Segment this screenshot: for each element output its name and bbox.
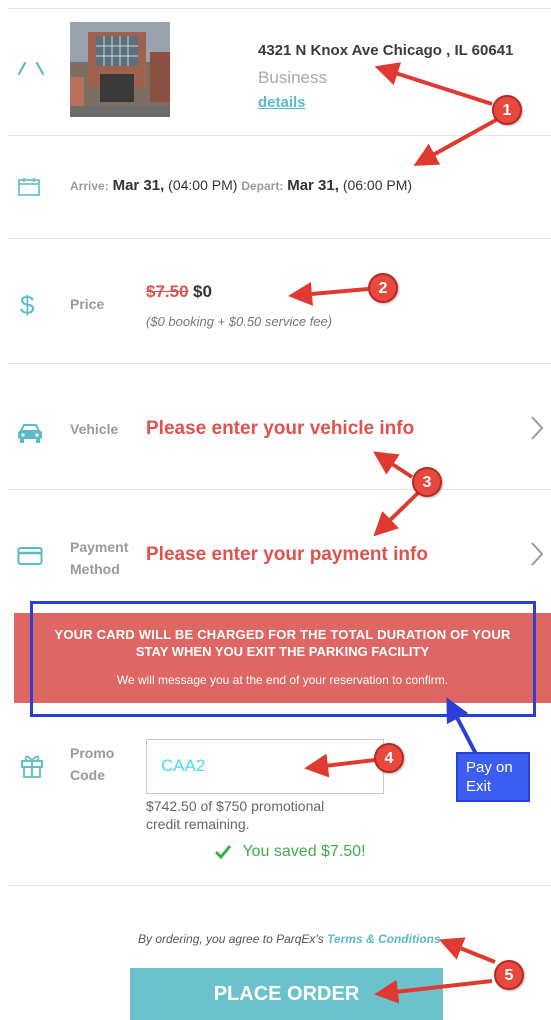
location-address: 4321 N Knox Ave Chicago , IL 60641 <box>258 42 514 59</box>
pay-on-exit-line2: Exit <box>466 778 492 795</box>
promo-credit-line2: credit remaining. <box>146 816 250 832</box>
checkmark-icon <box>214 844 232 860</box>
promo-label: Promo Code <box>70 742 114 786</box>
chevron-right-icon[interactable] <box>529 414 545 447</box>
annotation-arrows <box>288 62 497 1004</box>
annotation-outline <box>30 601 536 717</box>
promo-code-input[interactable]: CAA2 <box>146 739 384 794</box>
depart-time: (06:00 PM) <box>342 177 413 193</box>
vehicle-label: Vehicle <box>70 421 119 437</box>
car-icon <box>16 422 44 444</box>
terms-prefix: By ordering, you agree to ParqEx's <box>138 932 328 946</box>
price-breakdown: ($0 booking + $0.50 service fee) <box>146 314 333 329</box>
calendar-icon <box>18 178 40 196</box>
credit-card-icon <box>17 546 43 566</box>
payment-label-line1: Payment <box>70 539 129 555</box>
promo-code-value: CAA2 <box>161 756 206 775</box>
divider-3 <box>8 363 551 364</box>
location-type: Business <box>258 68 327 87</box>
divider-4 <box>8 489 551 490</box>
pay-on-exit-note: Pay on Exit <box>456 752 530 802</box>
promo-saved: You saved $7.50! <box>214 843 366 861</box>
arrive-date: Mar 31, <box>112 177 165 194</box>
location-photo <box>70 22 170 117</box>
callout-5: 5 <box>494 960 524 990</box>
vehicle-prompt[interactable]: Please enter your vehicle info <box>146 418 414 440</box>
payment-prompt[interactable]: Please enter your payment info <box>146 544 428 566</box>
promo-credit-line1: $742.50 of $750 promotional <box>146 798 325 814</box>
divider-1 <box>8 135 551 136</box>
callout-4: 4 <box>374 743 404 773</box>
dollar-icon: $ <box>20 290 35 320</box>
promo-credit: $742.50 of $750 promotional credit remai… <box>146 797 324 833</box>
promo-saved-text: You saved $7.50! <box>242 843 366 860</box>
depart-label: Depart: <box>241 179 284 193</box>
divider-2 <box>8 238 551 239</box>
promo-label-line2: Code <box>70 767 105 783</box>
callout-1: 1 <box>492 95 522 125</box>
divider-5 <box>8 885 551 886</box>
price-label: Price <box>70 296 105 312</box>
callout-2: 2 <box>368 273 398 303</box>
price-current: $0 <box>193 282 212 301</box>
callout-3: 3 <box>412 467 442 497</box>
schedule-text: Arrive: Mar 31, (04:00 PM) Depart: Mar 3… <box>70 177 412 194</box>
details-link[interactable]: details <box>258 94 306 111</box>
top-divider <box>8 8 551 9</box>
gift-icon <box>20 752 44 778</box>
place-order-label: PLACE ORDER <box>213 983 360 1005</box>
chevron-right-icon[interactable] <box>529 540 545 573</box>
place-order-button[interactable]: PLACE ORDER <box>130 968 443 1020</box>
arrive-label: Arrive: <box>70 179 109 193</box>
terms-text: By ordering, you agree to ParqEx's Terms… <box>138 932 441 946</box>
depart-date: Mar 31, <box>287 177 339 194</box>
terms-link[interactable]: Terms & Conditions <box>327 932 441 946</box>
direction-arrows-icon <box>16 60 46 76</box>
promo-label-line1: Promo <box>70 745 115 761</box>
price-original: $7.50 <box>146 282 189 301</box>
payment-label-line2: Method <box>70 561 120 577</box>
arrive-time: (04:00 PM) <box>168 177 238 193</box>
price-values: $7.50 $0 <box>146 282 212 302</box>
payment-label: Payment Method <box>70 536 128 580</box>
pay-on-exit-line1: Pay on <box>466 759 513 776</box>
